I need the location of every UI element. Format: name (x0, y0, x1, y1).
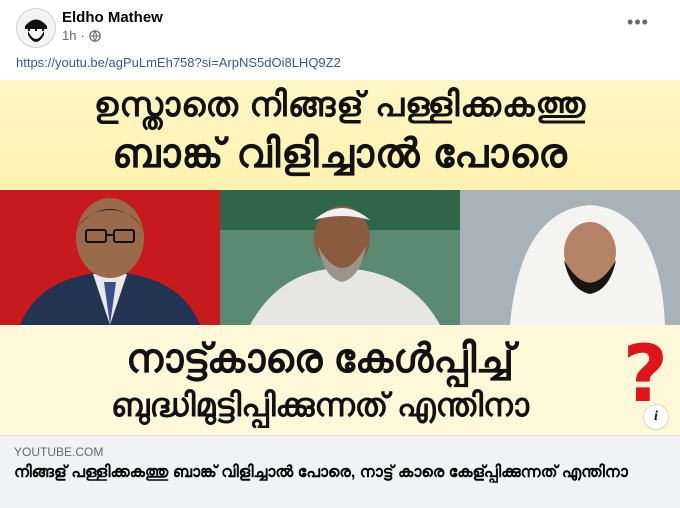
photo-young-man-in-white (460, 190, 680, 325)
preview-bottom-band: നാട്ട്കാരെ കേൾപ്പിച്ച് ബുദ്ധിമുട്ടിപ്പിക… (0, 325, 680, 435)
link-title[interactable]: നിങ്ങള് പള്ളിക്കകത്തു ബാങ്ക് വിളിച്ചാൽ പ… (14, 463, 654, 483)
separator-dot: · (80, 28, 85, 43)
preview-line-4: ബുദ്ധിമുട്ടിപ്പിക്കുന്നത് എന്തിനാ (111, 387, 529, 423)
preview-photos (0, 190, 680, 325)
preview-line-2: ബാങ്ക് വിളിച്ചാൽ പോരെ (112, 132, 568, 176)
avatar-image (17, 9, 55, 47)
preview-line-3: നാട്ട്കാരെ കേൾപ്പിച്ച് (126, 337, 514, 381)
facebook-post: Eldho Mathew 1h · ••• https://youtu.be/a… (0, 0, 680, 508)
link-preview-image[interactable]: ഉസ്താതെ നിങ്ങള് പള്ളിക്കകത്തു ബാങ്ക് വിള… (0, 80, 680, 435)
post-time[interactable]: 1h (62, 28, 76, 43)
post-link[interactable]: https://youtu.be/agPuLmEh758?si=ArpNS5dO… (16, 55, 341, 70)
info-icon[interactable]: i (644, 405, 668, 429)
globe-icon[interactable] (89, 29, 101, 42)
young-man-image (460, 190, 680, 325)
link-domain: YOUTUBE.COM (14, 445, 104, 459)
link-card-footer[interactable]: YOUTUBE.COM നിങ്ങള് പള്ളിക്കകത്തു ബാങ്ക്… (0, 435, 680, 508)
more-options-icon[interactable]: ••• (624, 12, 652, 32)
author-avatar[interactable] (16, 8, 56, 48)
photo-elder-in-cap (220, 190, 460, 325)
man-glasses-image (0, 190, 220, 325)
preview-top-band: ഉസ്താതെ നിങ്ങള് പള്ളിക്കകത്തു ബാങ്ക് വിള… (0, 80, 680, 190)
post-meta: 1h · (62, 28, 101, 43)
elder-cap-image (220, 190, 460, 325)
author-name[interactable]: Eldho Mathew (62, 9, 163, 26)
preview-line-1: ഉസ്താതെ നിങ്ങള് പള്ളിക്കകത്തു (93, 86, 587, 124)
photo-man-with-glasses (0, 190, 220, 325)
